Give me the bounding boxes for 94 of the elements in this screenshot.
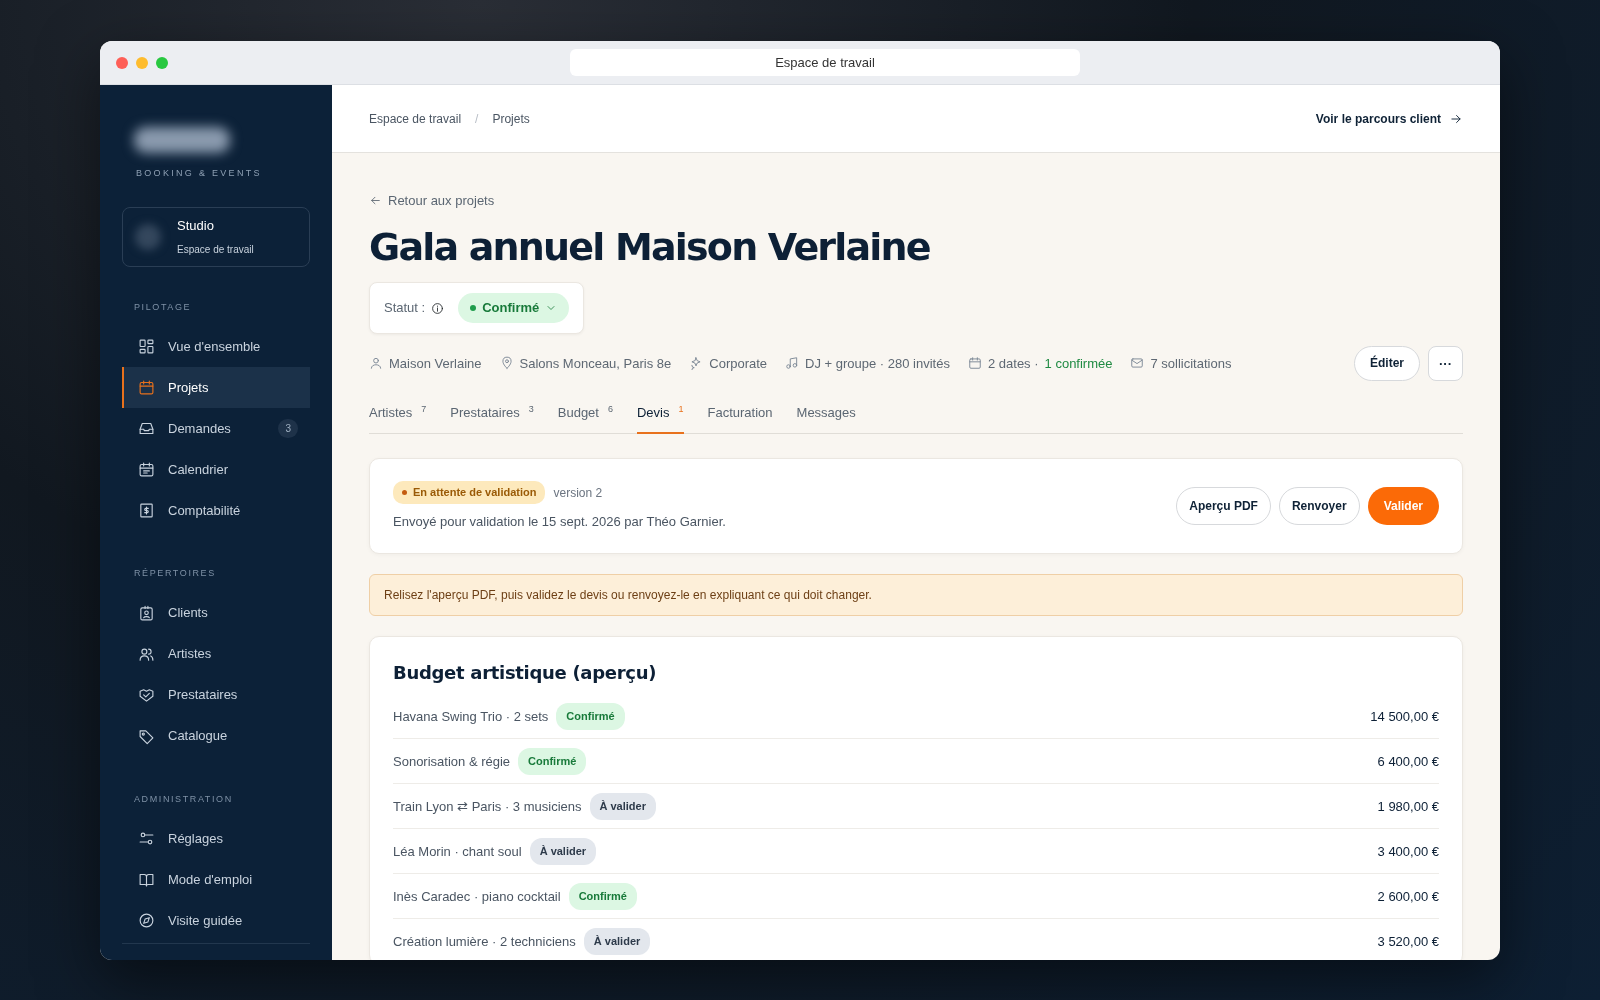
- outline-button[interactable]: Aperçu PDF: [1176, 487, 1271, 526]
- tab-count: 3: [528, 402, 534, 416]
- window-title: Espace de travail: [570, 49, 1080, 76]
- section-heading: PILOTAGE: [134, 300, 193, 314]
- tab[interactable]: Artistes 7: [369, 402, 427, 435]
- sidebar-item[interactable]: Comptabilité: [122, 490, 310, 531]
- workspace-name: Studio: [177, 217, 215, 236]
- sidebar-item[interactable]: Artistes: [122, 633, 310, 675]
- client-journey-link[interactable]: Voir le parcours client: [1315, 109, 1463, 128]
- sidebar-item[interactable]: Prestataires: [122, 674, 310, 716]
- sidebar-item[interactable]: Mode d'emploi: [122, 859, 310, 900]
- meta-text: 2 dates ·: [987, 354, 1039, 373]
- meta-text: DJ + groupe · 280 invités: [805, 354, 950, 373]
- tab-count: 6: [607, 402, 613, 416]
- receipt-icon: [138, 502, 155, 519]
- status-tag: Confirmé: [556, 703, 625, 730]
- outline-button[interactable]: Renvoyer: [1278, 487, 1360, 526]
- meta-text: Salons Monceau, Paris 8e: [519, 354, 672, 373]
- workspace-switcher[interactable]: Studio Espace de travail: [122, 206, 310, 267]
- count-badge: 3: [278, 419, 298, 438]
- status-tag: À valider: [583, 928, 651, 955]
- meta-text: Maison Verlaine: [389, 354, 482, 373]
- amount: 3 400,00 €: [1377, 842, 1439, 861]
- inbox-icon: [138, 420, 155, 437]
- sidebar-item[interactable]: Demandes 3: [122, 408, 310, 449]
- line-item-label: Havana Swing Trio · 2 sets: [393, 707, 549, 726]
- more-button[interactable]: ···: [1428, 345, 1463, 381]
- breadcrumb-separator: /: [475, 110, 479, 128]
- meta-text: 7 sollicitations: [1150, 354, 1232, 373]
- status-tag: Confirmé: [518, 748, 587, 775]
- tag-icon: [138, 727, 155, 745]
- amount: 6 400,00 €: [1377, 752, 1439, 771]
- close-button[interactable]: [116, 56, 128, 69]
- amount: 1 980,00 €: [1377, 797, 1439, 816]
- grid-icon: [138, 338, 155, 355]
- calendar-icon: [138, 461, 155, 478]
- compass-icon: [138, 912, 155, 929]
- tagline: BOOKING & EVENTS: [136, 167, 263, 180]
- mail-icon: [1130, 356, 1145, 371]
- meta-highlight: 1 confirmée: [1044, 354, 1113, 373]
- back-link[interactable]: Retour aux projets: [369, 191, 495, 211]
- sidebar-item[interactable]: Calendrier: [122, 449, 310, 490]
- status-label: Statut :: [384, 299, 426, 318]
- section-title: Budget artistique (aperçu): [393, 661, 658, 686]
- calendar-icon: [138, 379, 155, 396]
- amount: 3 520,00 €: [1377, 932, 1439, 951]
- tab-count: 7: [421, 402, 427, 416]
- amount: 2 600,00 €: [1377, 887, 1439, 906]
- music-note-icon: [785, 356, 800, 371]
- tab[interactable]: Prestataires 3: [450, 402, 534, 435]
- sidebar-item[interactable]: Réglages: [122, 818, 310, 859]
- tab[interactable]: Facturation: [707, 402, 773, 435]
- amount: 14 500,00 €: [1370, 707, 1439, 726]
- location-pin-icon: [499, 356, 514, 371]
- sidebar-item[interactable]: Catalogue: [122, 715, 310, 757]
- minimize-button[interactable]: [136, 56, 148, 69]
- version-label: version 2: [553, 484, 603, 502]
- sidebar-item[interactable]: Clients: [122, 592, 310, 634]
- status-badge: En attente de validation: [393, 481, 546, 504]
- workspace-subtitle: Espace de travail: [177, 242, 254, 257]
- tab-count: 1: [678, 402, 684, 416]
- line-item-label: Train Lyon ⇄ Paris · 3 musiciens: [393, 797, 582, 816]
- user-icon: [369, 356, 383, 371]
- book-icon: [138, 871, 155, 888]
- tab[interactable]: Budget 6: [557, 402, 613, 435]
- info-icon: [431, 301, 445, 315]
- meta-text: Corporate: [709, 354, 768, 373]
- sidebar-item[interactable]: Visite guidée: [122, 900, 310, 941]
- breadcrumb-link[interactable]: Projets: [492, 109, 530, 128]
- line-item-label: Création lumière · 2 techniciens: [393, 932, 576, 951]
- status-tag: À valider: [529, 838, 597, 865]
- workspace-avatar: [135, 223, 161, 250]
- sparkle-icon: [689, 356, 704, 371]
- status-dropdown[interactable]: Confirmé: [458, 293, 570, 323]
- tab[interactable]: Devis 1: [636, 402, 684, 435]
- edit-button[interactable]: Éditer: [1354, 345, 1420, 381]
- sidebar-item[interactable]: Projets: [122, 367, 310, 408]
- status-tag: À valider: [589, 793, 656, 820]
- line-item-label: Inès Caradec · piano cocktail: [393, 887, 561, 906]
- section-heading: RÉPERTOIRES: [134, 567, 217, 580]
- maximize-button[interactable]: [156, 56, 168, 69]
- sliders-icon: [138, 830, 155, 847]
- line-item-label: Sonorisation & régie: [393, 752, 511, 771]
- sidebar-item[interactable]: Vue d'ensemble: [122, 326, 310, 367]
- tab[interactable]: Messages: [796, 402, 856, 435]
- page-title: Gala annuel Maison Verlaine: [369, 224, 931, 271]
- calendar-icon: [967, 356, 982, 371]
- notice-message: Relisez l'aperçu PDF, puis validez le devis ou renvoyez-le en expliquant ce qui doit changer.: [369, 574, 1463, 617]
- id-badge-icon: [138, 604, 155, 622]
- breadcrumb-link[interactable]: Espace de travail: [369, 109, 462, 128]
- line-item-label: Léa Morin · chant soul: [393, 842, 522, 861]
- section-heading: ADMINISTRATION: [134, 792, 234, 806]
- status-tag: Confirmé: [568, 883, 637, 910]
- sent-info: Envoyé pour validation le 15 sept. 2026 par Théo Garnier.: [393, 512, 726, 531]
